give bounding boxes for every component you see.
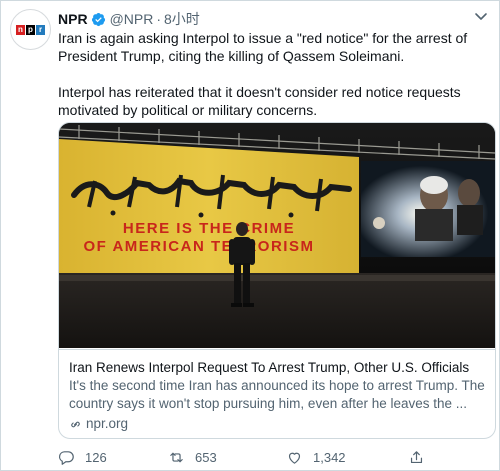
card-info[interactable]: Iran Renews Interpol Request To Arrest T… xyxy=(59,349,495,433)
like-button[interactable]: 1,342 xyxy=(286,449,346,466)
separator-dot: · xyxy=(156,11,162,27)
tweet-paragraph: Interpol has reiterated that it doesn't … xyxy=(58,84,461,118)
share-icon xyxy=(410,450,423,463)
npr-logo-letter: p xyxy=(26,24,35,35)
author-handle[interactable]: @NPR xyxy=(110,11,154,27)
retweet-button[interactable]: 653 xyxy=(168,449,217,466)
tweet-header: NPR @NPR · 8小时 xyxy=(58,10,200,28)
banner-text-line2: OF AMERICAN TERRORISM xyxy=(84,238,315,255)
banner-text-line1: HERE IS THE CRIME xyxy=(123,220,295,237)
retweet-icon xyxy=(170,452,183,462)
link-icon xyxy=(71,421,80,427)
npr-logo: n p r xyxy=(16,24,45,35)
card-photo: HERE IS THE CRIME OF AMERICAN TERRORISM xyxy=(59,123,495,348)
caret-down-icon[interactable] xyxy=(473,11,489,23)
npr-logo-letter: n xyxy=(16,24,25,35)
like-icon xyxy=(288,452,301,464)
link-preview-card[interactable]: HERE IS THE CRIME OF AMERICAN TERRORISM xyxy=(58,122,496,439)
like-count: 1,342 xyxy=(313,449,346,465)
avatar[interactable]: n p r xyxy=(10,9,51,50)
reply-icon xyxy=(59,450,74,465)
card-image[interactable]: HERE IS THE CRIME OF AMERICAN TERRORISM xyxy=(59,123,495,348)
tweet-text: Iran is again asking Interpol to issue a… xyxy=(58,29,488,119)
tweet-container: n p r NPR @NPR · 8小时 Iran is again askin… xyxy=(0,0,500,471)
npr-logo-letter: r xyxy=(36,24,45,35)
share-button[interactable] xyxy=(408,449,425,466)
reply-count: 126 xyxy=(85,449,107,465)
verified-badge-icon xyxy=(91,12,105,26)
card-domain[interactable]: npr.org xyxy=(69,415,485,433)
tweet-paragraph: Iran is again asking Interpol to issue a… xyxy=(58,30,468,64)
retweet-count: 653 xyxy=(195,449,217,465)
author-name[interactable]: NPR xyxy=(58,11,88,27)
card-description: It's the second time Iran has announced … xyxy=(69,378,485,411)
yellow-banner xyxy=(59,139,359,283)
tweet-timestamp[interactable]: 8小时 xyxy=(164,9,200,29)
action-bar: 126 653 1,342 xyxy=(58,447,488,467)
reply-button[interactable]: 126 xyxy=(58,449,107,466)
card-title[interactable]: Iran Renews Interpol Request To Arrest T… xyxy=(69,359,485,376)
card-domain-text[interactable]: npr.org xyxy=(86,415,128,433)
